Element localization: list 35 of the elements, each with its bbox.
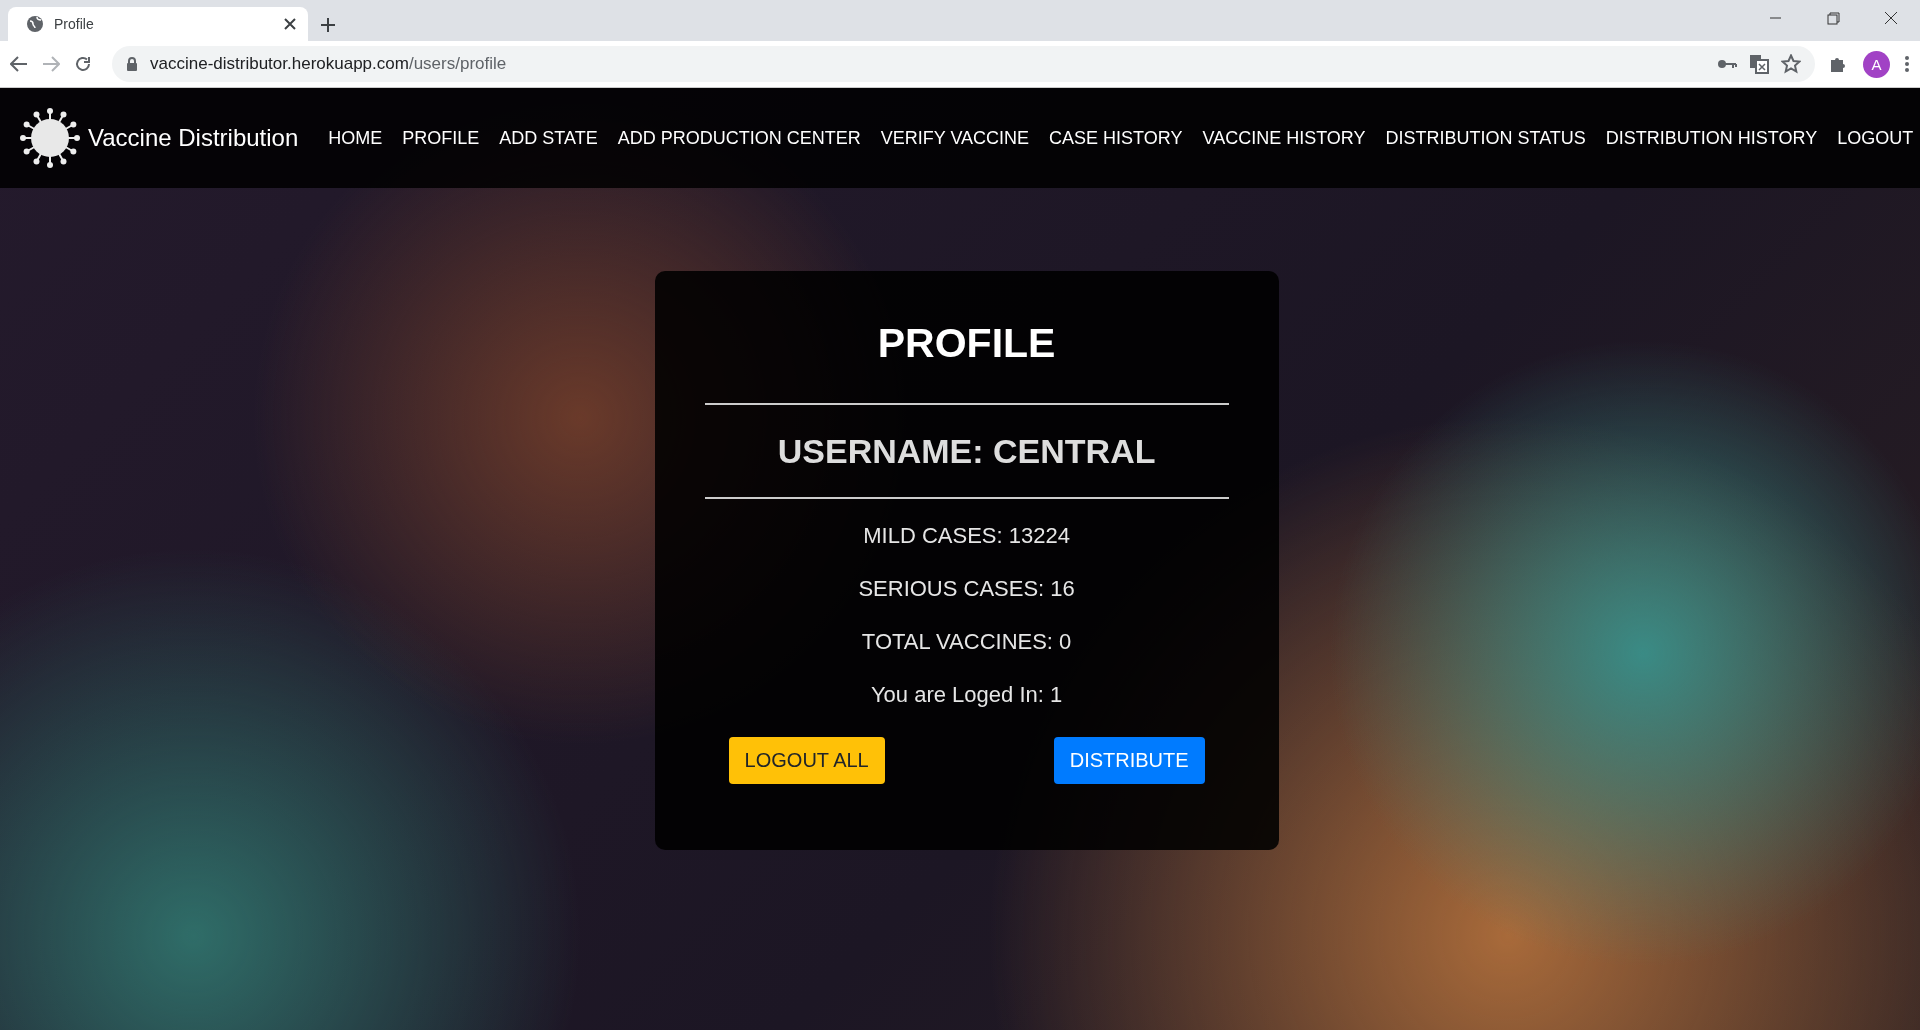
browser-tab[interactable]: Profile (8, 7, 308, 41)
close-icon[interactable] (284, 18, 296, 30)
nav-link[interactable]: VERIFY VACCINE (880, 127, 1030, 149)
brand-name[interactable]: Vaccine Distribution (88, 124, 299, 152)
back-arrow-icon[interactable] (10, 55, 28, 73)
nav-link[interactable]: DISTRIBUTION STATUS (1385, 127, 1586, 149)
distribute-button[interactable]: DISTRIBUTE (1053, 737, 1205, 784)
key-icon[interactable] (1717, 58, 1737, 70)
lock-icon (126, 57, 138, 71)
globe-icon (26, 15, 44, 33)
nav-link[interactable]: ADD PRODUCTION CENTER (617, 127, 861, 149)
nav-link[interactable]: PROFILE (402, 127, 480, 149)
stat-text: SERIOUS CASES: 16 (858, 574, 1075, 603)
card-title: PROFILE (877, 318, 1056, 368)
translate-icon[interactable] (1749, 54, 1769, 74)
virus-logo-icon (20, 108, 80, 168)
nav-link[interactable]: ADD STATE (499, 127, 598, 149)
menu-icon[interactable] (1904, 55, 1910, 73)
new-tab-icon[interactable] (320, 17, 336, 33)
stat-text: MILD CASES: 13224 (863, 521, 1070, 550)
nav-link[interactable]: VACCINE HISTORY (1202, 127, 1366, 149)
profile-avatar[interactable]: A (1863, 50, 1890, 78)
username-text: USERNAME: CENTRAL (777, 430, 1156, 472)
url-text: vaccine-distributor.herokuapp.com/users/profile (150, 54, 507, 74)
stat-text: TOTAL VACCINES: 0 (861, 627, 1072, 656)
tab-title: Profile (54, 16, 95, 32)
nav-link[interactable]: LOGOUT (1837, 127, 1914, 149)
logout-all-button[interactable]: LOGOUT ALL (728, 737, 885, 784)
nav-link[interactable]: CASE HISTORY (1049, 127, 1183, 149)
nav-link[interactable]: HOME (328, 127, 383, 149)
address-bar[interactable]: vaccine-distributor.herokuapp.com/users/profile (112, 46, 1815, 82)
stat-text: You are Loged In: 1 (870, 680, 1063, 709)
star-icon[interactable] (1781, 54, 1801, 74)
nav-link[interactable]: DISTRIBUTION HISTORY (1605, 127, 1818, 149)
reload-icon[interactable] (74, 55, 92, 73)
